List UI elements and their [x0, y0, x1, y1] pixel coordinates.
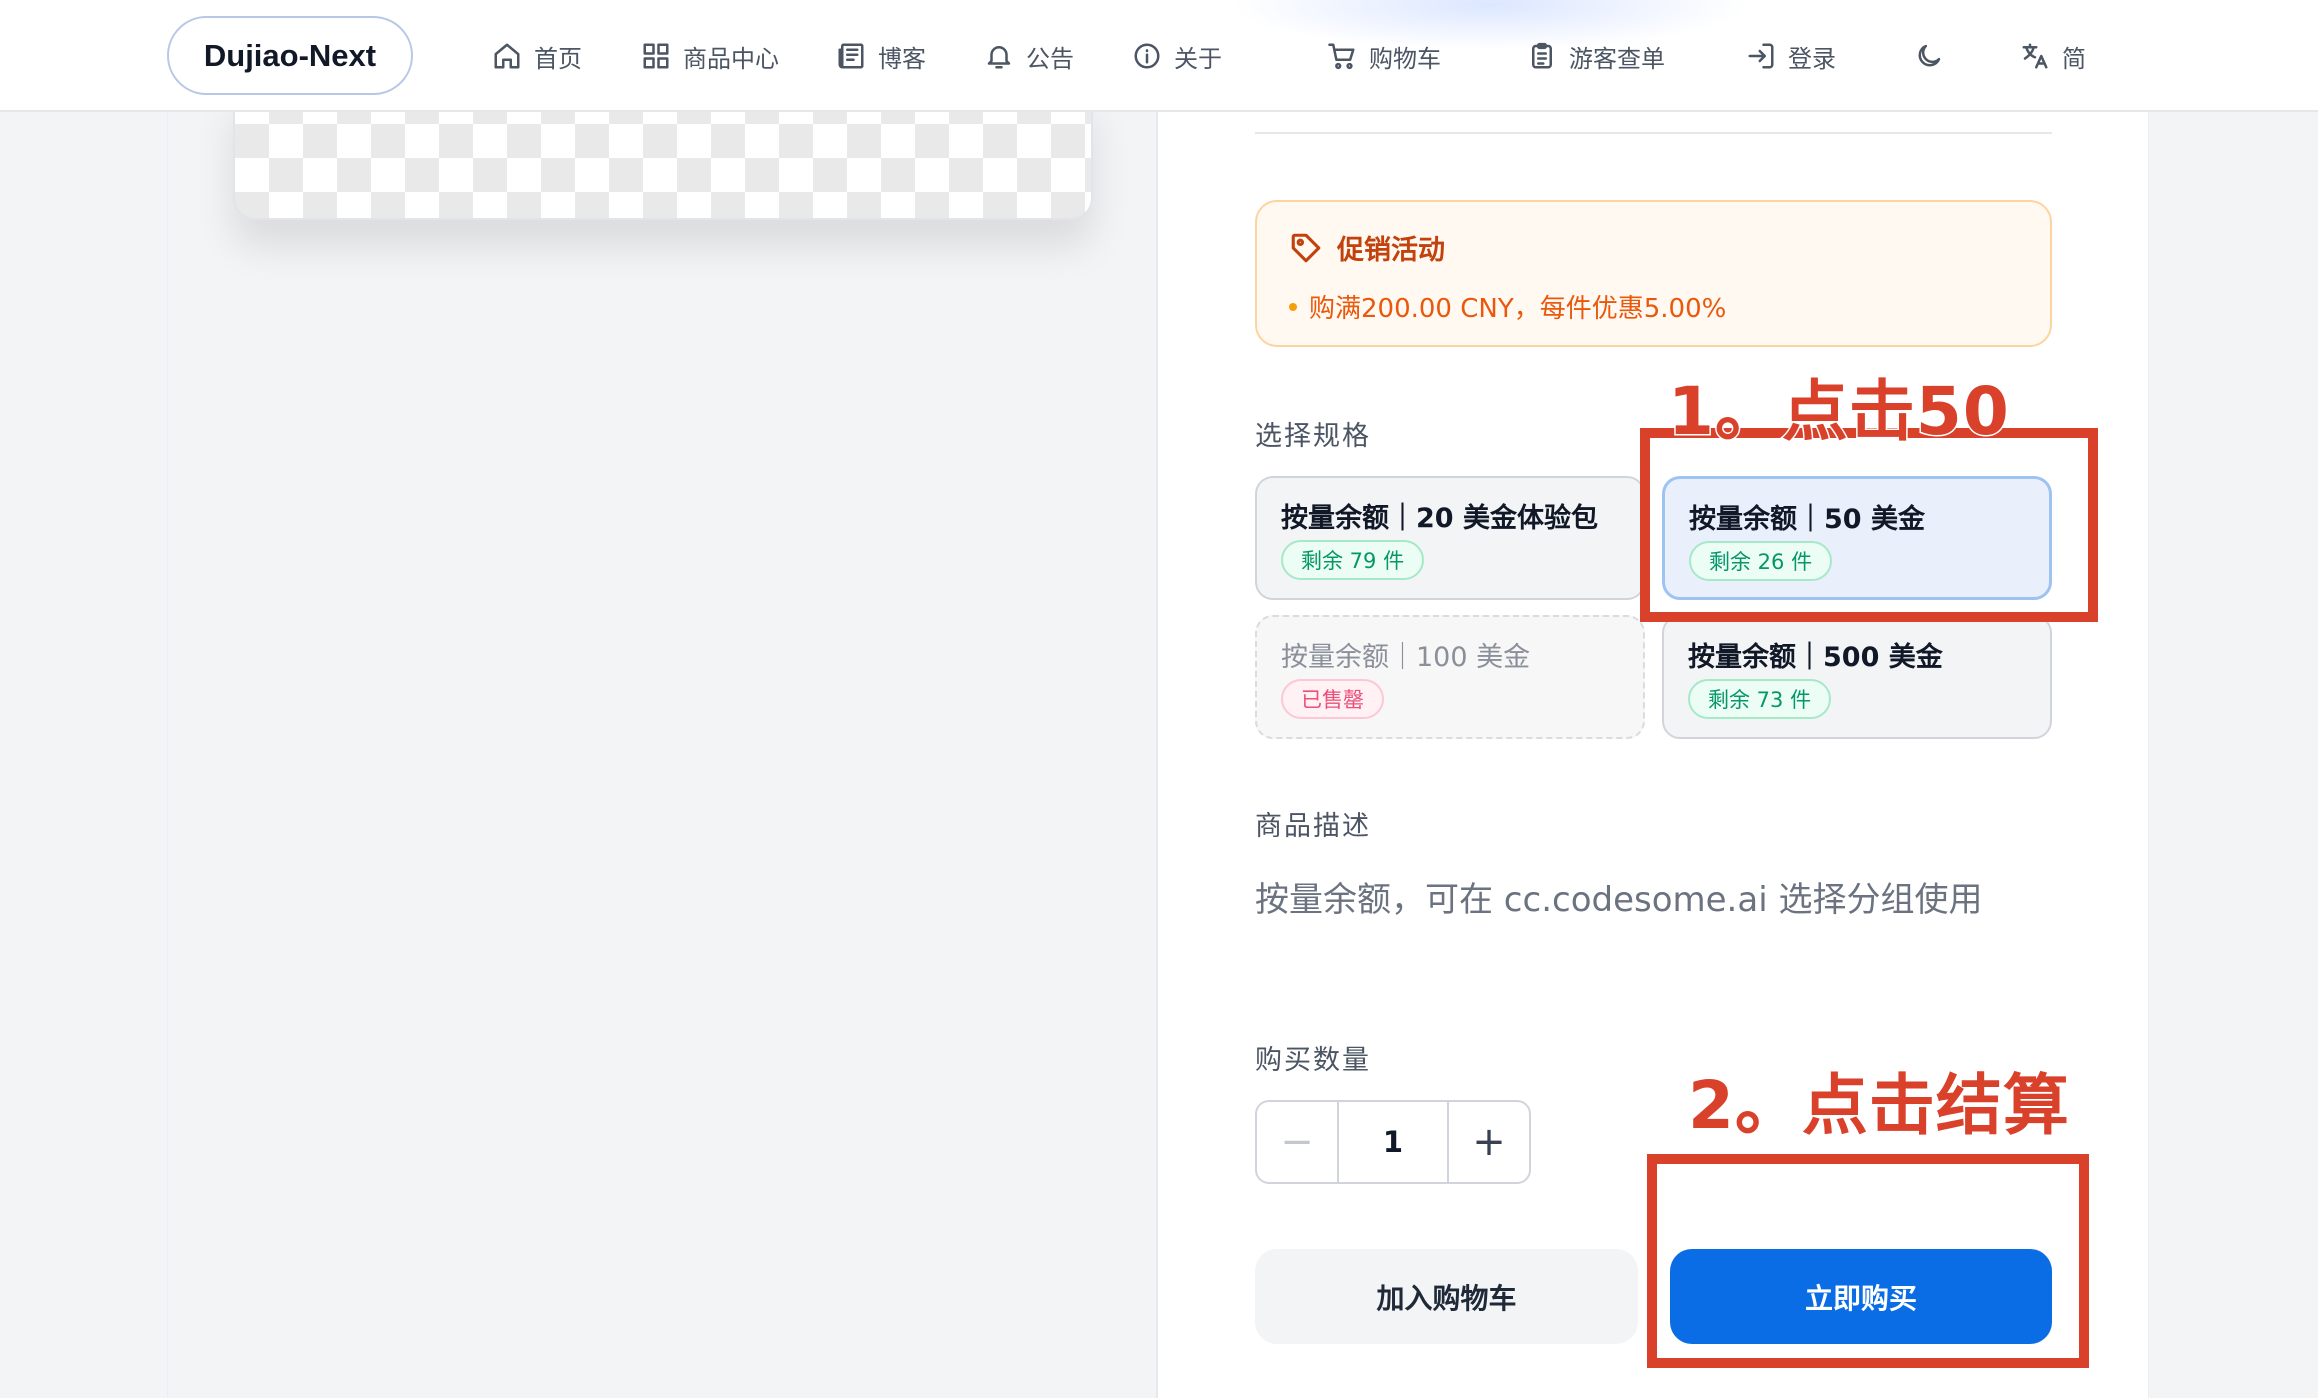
quantity-decrement-button[interactable]: − [1257, 1102, 1339, 1182]
nav-glow-decoration [1230, 0, 1750, 50]
section-divider [1255, 132, 2052, 134]
nav-guest-order[interactable]: 游客查单 [1527, 34, 1665, 78]
nav-cart[interactable]: 购物车 [1327, 34, 1441, 78]
sku-option-500[interactable]: 按量余额｜500 美金 剩余 73 件 [1662, 615, 2052, 739]
sku-name: 按量余额｜500 美金 [1688, 642, 1943, 673]
theme-toggle[interactable] [1914, 34, 1944, 78]
clipboard-icon [1532, 42, 1552, 69]
buy-now-button[interactable]: 立即购买 [1670, 1249, 2052, 1344]
bell-icon [987, 46, 1011, 69]
quantity-increment-button[interactable]: + [1447, 1102, 1529, 1182]
nav-products-label: 商品中心 [683, 44, 779, 73]
sku-name: 按量余额｜100 美金 [1281, 642, 1531, 673]
nav-blog-label: 博客 [878, 44, 926, 73]
nav-login-label: 登录 [1788, 44, 1836, 73]
description-section-label: 商品描述 [1255, 811, 1371, 842]
grid-icon [643, 43, 669, 69]
newspaper-icon [838, 43, 864, 69]
language-label: 简 [2062, 44, 2086, 73]
promotion-box: 促销活动 购满200.00 CNY，每件优惠5.00% [1255, 200, 2052, 347]
sku-name: 按量余额｜20 美金体验包 [1281, 503, 1598, 534]
annotation-text-step2: 2。点击结算 [1688, 1067, 2070, 1144]
login-icon [1748, 43, 1774, 69]
quantity-value[interactable]: 1 [1339, 1102, 1447, 1182]
tag-icon [1291, 233, 1321, 262]
brand-logo[interactable]: Dujiao-Next [167, 16, 413, 95]
language-switcher[interactable]: 简 [2020, 34, 2086, 78]
promotion-title-text: 促销活动 [1337, 235, 1445, 266]
nav-cart-label: 购物车 [1369, 44, 1441, 73]
home-icon [494, 43, 520, 69]
promotion-title: 促销活动 [1289, 228, 1445, 267]
quantity-stepper: − 1 + [1255, 1100, 1531, 1184]
spec-section-label: 选择规格 [1255, 421, 1371, 452]
bullet-dot-icon [1289, 302, 1297, 311]
nav-products[interactable]: 商品中心 [641, 34, 779, 78]
promotion-rule: 购满200.00 CNY，每件优惠5.00% [1289, 288, 1726, 325]
nav-about[interactable]: 关于 [1132, 34, 1222, 78]
nav-home[interactable]: 首页 [492, 34, 582, 78]
sku-option-20[interactable]: 按量余额｜20 美金体验包 剩余 79 件 [1255, 476, 1645, 600]
cart-icon [1328, 43, 1355, 70]
nav-announcement-label: 公告 [1026, 44, 1074, 73]
translate-icon [2022, 43, 2048, 69]
stock-badge: 剩余 26 件 [1689, 541, 1833, 581]
description-text: 按量余额，可在 cc.codesome.ai 选择分组使用 [1255, 880, 1983, 920]
top-navbar: Dujiao-Next 首页 商品中心 博客 公告 关于 购物车 游客查单 登录… [0, 0, 2318, 112]
nav-home-label: 首页 [534, 44, 582, 73]
sku-name: 按量余额｜50 美金 [1689, 504, 1925, 535]
product-gallery [168, 112, 1158, 1398]
add-to-cart-button[interactable]: 加入购物车 [1255, 1249, 1638, 1344]
stock-badge: 剩余 73 件 [1688, 679, 1832, 719]
annotation-text-step1: 1。点击50 [1667, 372, 2011, 452]
sku-option-50[interactable]: 按量余额｜50 美金 剩余 26 件 [1662, 476, 2052, 600]
promotion-rule-text: 购满200.00 CNY，每件优惠5.00% [1309, 294, 1727, 324]
nav-blog[interactable]: 博客 [836, 34, 926, 78]
nav-about-label: 关于 [1174, 44, 1222, 73]
nav-guest-order-label: 游客查单 [1569, 44, 1665, 73]
sku-option-100: 按量余额｜100 美金 已售罄 [1255, 615, 1645, 739]
moon-icon [1918, 44, 1941, 67]
nav-login[interactable]: 登录 [1746, 34, 1836, 78]
nav-announcement[interactable]: 公告 [984, 34, 1074, 78]
soldout-badge: 已售罄 [1281, 679, 1384, 719]
quantity-section-label: 购买数量 [1255, 1045, 1371, 1076]
info-icon [1134, 43, 1160, 69]
stock-badge: 剩余 79 件 [1281, 540, 1425, 580]
